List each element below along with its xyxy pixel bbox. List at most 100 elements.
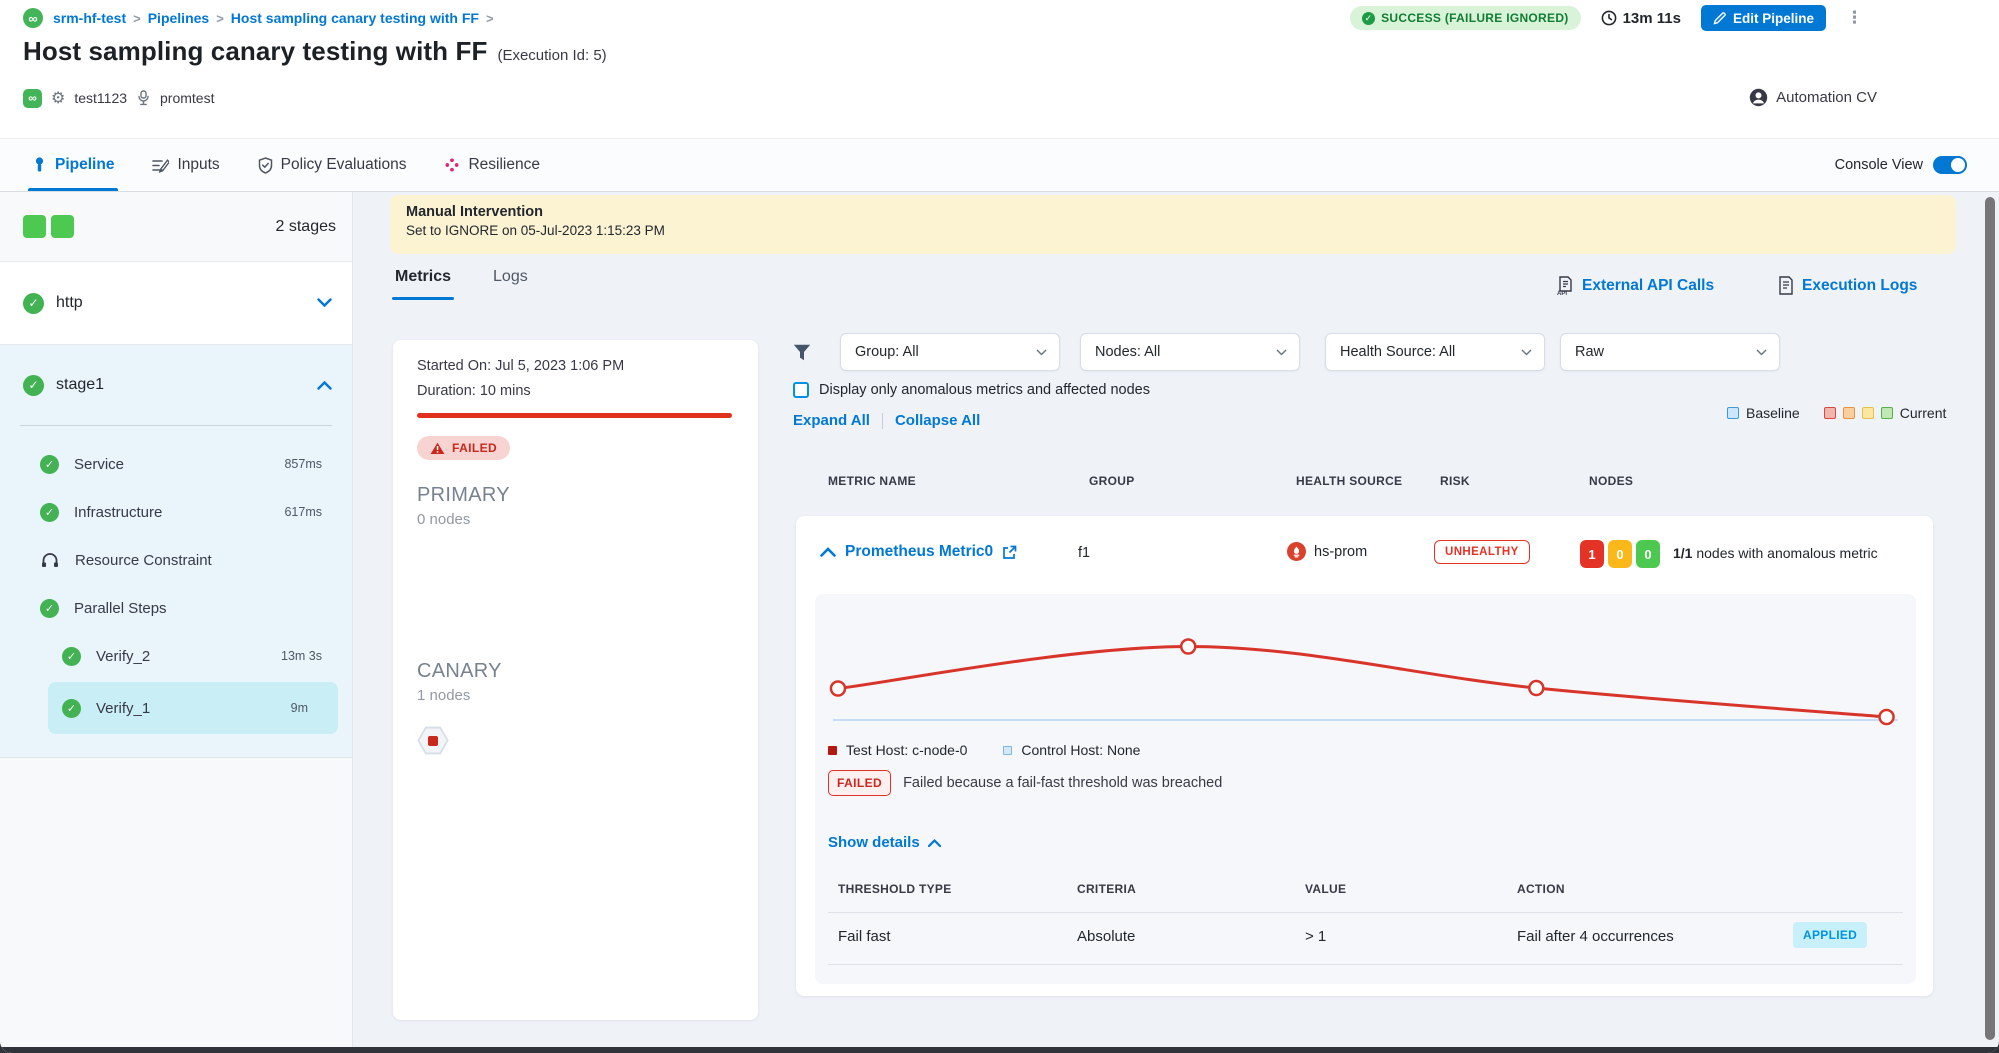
success-check-icon: ✓	[40, 503, 59, 522]
step-label: Resource Constraint	[75, 552, 212, 569]
chevron-up-icon[interactable]	[317, 380, 332, 390]
started-on: Started On: Jul 5, 2023 1:06 PM	[417, 358, 734, 374]
console-view-toggle[interactable]	[1933, 156, 1967, 174]
current-swatch-green	[1881, 407, 1893, 419]
tab-resilience[interactable]: Resilience	[444, 139, 540, 191]
check-circle-icon: ✓	[1362, 12, 1375, 25]
show-details-link[interactable]: Show details	[828, 834, 941, 851]
step-verify-2[interactable]: ✓ Verify_2 13m 3s	[0, 632, 352, 680]
success-check-icon: ✓	[62, 699, 81, 718]
step-details-panel: Manual Intervention Set to IGNORE on 05-…	[353, 192, 1999, 1053]
baseline-swatch	[1727, 407, 1739, 419]
main-tabbar: Pipeline Inputs Policy Evaluations Resil…	[0, 138, 1999, 192]
metric-name-link[interactable]: Prometheus Metric0	[845, 543, 1017, 561]
filter-funnel-icon[interactable]	[793, 344, 811, 361]
health-source-filter-dropdown[interactable]: Health Source: All	[1325, 333, 1545, 371]
nodes-summary: 1/1 nodes with anomalous metric	[1673, 545, 1878, 561]
tab-resilience-label: Resilience	[468, 156, 540, 174]
gear-icon: ⚙	[51, 88, 65, 108]
page-header: ∞ srm-hf-test > Pipelines > Host samplin…	[0, 0, 1999, 138]
edit-pipeline-button[interactable]: Edit Pipeline	[1701, 5, 1826, 31]
nodes-filter-value: Nodes: All	[1095, 344, 1160, 360]
verification-result-row: FAILED Failed because a fail-fast thresh…	[828, 770, 1222, 796]
title-row: Host sampling canary testing with FF (Ex…	[23, 36, 607, 67]
step-infrastructure[interactable]: ✓ Infrastructure 617ms	[0, 488, 352, 536]
sidebar-stage1-block: ✓ stage1 ✓ Service 857ms ✓ Infrastr	[0, 345, 352, 758]
api-document-icon: API	[1556, 276, 1574, 296]
data-type-dropdown[interactable]: Raw	[1560, 333, 1780, 371]
expand-collapse-row: Expand All Collapse All	[793, 412, 980, 429]
node-count-unhealthy: 1	[1580, 540, 1604, 568]
prometheus-icon	[1287, 542, 1306, 561]
breadcrumb-pipeline-name[interactable]: Host sampling canary testing with FF	[231, 10, 479, 26]
col-metric-name: METRIC NAME	[828, 474, 916, 488]
step-duration: 857ms	[284, 457, 322, 471]
external-api-calls-link[interactable]: API External API Calls	[1556, 276, 1714, 296]
sidebar-stage-http[interactable]: ✓ http	[0, 262, 352, 345]
col-nodes: NODES	[1589, 474, 1633, 488]
execution-logs-link[interactable]: Execution Logs	[1778, 276, 1917, 295]
svg-text:API: API	[1557, 291, 1567, 296]
data-type-value: Raw	[1575, 344, 1604, 360]
breadcrumb-separator: >	[133, 11, 141, 26]
chevron-up-icon[interactable]	[820, 547, 836, 557]
step-parallel-steps[interactable]: ✓ Parallel Steps	[0, 584, 352, 632]
primary-node-count: 0 nodes	[417, 511, 734, 528]
document-icon	[1778, 276, 1794, 295]
external-link-icon[interactable]	[1002, 545, 1017, 560]
pipeline-execution-page: ∞ srm-hf-test > Pipelines > Host samplin…	[0, 0, 1999, 1053]
col-value: VALUE	[1305, 882, 1346, 896]
tab-inputs[interactable]: Inputs	[152, 139, 219, 191]
tab-metrics[interactable]: Metrics	[395, 268, 451, 300]
chevron-down-icon	[1276, 349, 1287, 356]
warning-triangle-icon	[430, 442, 445, 455]
console-view-control: Console View	[1835, 139, 1967, 191]
tab-policy-evaluations[interactable]: Policy Evaluations	[258, 139, 407, 191]
current-swatch-yellow	[1862, 407, 1874, 419]
nodes-filter-dropdown[interactable]: Nodes: All	[1080, 333, 1300, 371]
step-resource-constraint[interactable]: Resource Constraint	[0, 536, 352, 584]
col-criteria: CRITERIA	[1077, 882, 1136, 896]
control-host-swatch	[1003, 746, 1012, 755]
baseline-label: Baseline	[1746, 405, 1800, 421]
breadcrumb-project[interactable]: srm-hf-test	[53, 10, 126, 26]
tab-pipeline[interactable]: Pipeline	[32, 139, 114, 191]
shield-check-icon	[258, 157, 273, 174]
vertical-scrollbar[interactable]	[1985, 197, 1995, 1040]
stage-stage1-label: stage1	[56, 376, 104, 394]
primary-label: PRIMARY	[417, 484, 734, 507]
anomalous-only-checkbox[interactable]	[793, 382, 809, 398]
current-label: Current	[1900, 405, 1947, 421]
sidebar-stage-stage1[interactable]: ✓ stage1	[0, 345, 352, 425]
canary-node-hexagon[interactable]	[417, 726, 449, 755]
progress-bar	[417, 413, 732, 418]
step-label: Parallel Steps	[74, 600, 167, 617]
clock-icon	[1601, 10, 1617, 26]
failed-status-badge: FAILED	[417, 436, 510, 460]
breadcrumb-pipelines[interactable]: Pipelines	[148, 10, 209, 26]
step-label: Verify_1	[96, 700, 150, 717]
failed-badge: FAILED	[828, 770, 891, 796]
detail-tabs: Metrics Logs	[395, 268, 528, 300]
criteria-value: Absolute	[1077, 928, 1135, 945]
collapse-all-link[interactable]: Collapse All	[895, 412, 980, 429]
metric-row-card: Prometheus Metric0 f1	[796, 516, 1933, 996]
stage-square-icon	[51, 215, 74, 238]
step-verify-1[interactable]: ✓ Verify_1 9m	[48, 682, 338, 734]
tab-logs[interactable]: Logs	[493, 268, 528, 300]
group-filter-dropdown[interactable]: Group: All	[840, 333, 1060, 371]
current-swatch-red	[1824, 407, 1836, 419]
elapsed-time: 13m 11s	[1601, 10, 1681, 27]
breadcrumb-separator: >	[486, 11, 494, 26]
status-badge-label: SUCCESS (FAILURE IGNORED)	[1381, 11, 1569, 25]
step-service[interactable]: ✓ Service 857ms	[0, 440, 352, 488]
chevron-down-icon[interactable]	[317, 298, 332, 308]
show-details-label: Show details	[828, 834, 920, 851]
inputs-icon	[152, 158, 169, 173]
expand-all-link[interactable]: Expand All	[793, 412, 870, 429]
meta-item-2: promtest	[160, 90, 214, 106]
applied-badge: APPLIED	[1793, 922, 1867, 948]
step-duration: 617ms	[284, 505, 322, 519]
more-options-icon[interactable]: ⋮	[1846, 14, 1860, 22]
stages-summary: 2 stages	[0, 192, 352, 262]
